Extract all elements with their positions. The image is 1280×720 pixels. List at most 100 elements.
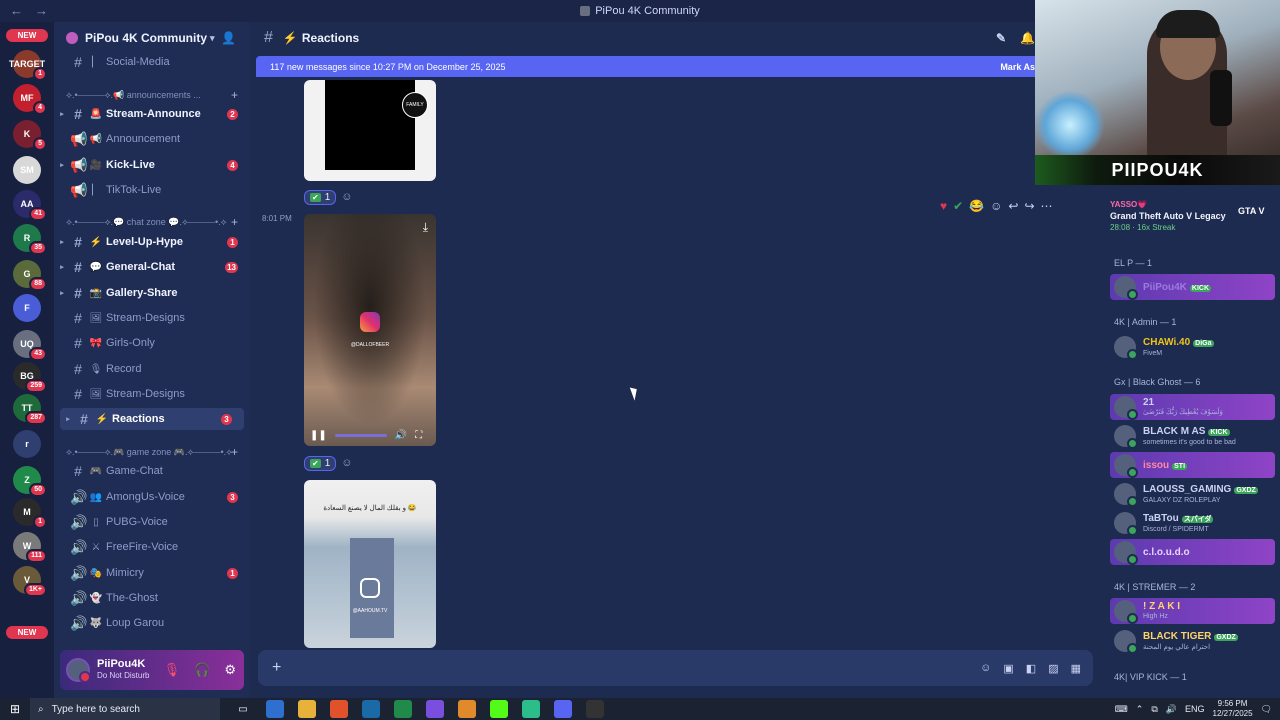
gear-icon[interactable]: ⚙ bbox=[224, 662, 236, 678]
add-channel-icon[interactable]: + bbox=[231, 215, 238, 229]
media-attachment-3[interactable]: و بقلك المال لا يصنع السعادة 😂 @AAHOUM.T… bbox=[304, 480, 436, 648]
avatar[interactable] bbox=[1114, 512, 1138, 536]
mute-mic-icon[interactable]: 🎙 bbox=[164, 662, 181, 678]
more-icon[interactable]: ⋯ bbox=[1041, 199, 1053, 213]
channel-general-chat[interactable]: ▸ # 💬 General-Chat 13 bbox=[54, 256, 250, 278]
server-icon[interactable]: G 88 bbox=[13, 260, 47, 291]
discord-icon[interactable] bbox=[554, 700, 572, 718]
add-reaction-icon[interactable]: ☺ bbox=[341, 191, 352, 203]
new-messages-bar[interactable]: 117 new messages since 10:27 PM on Decem… bbox=[256, 56, 1041, 77]
file-explorer-icon[interactable] bbox=[298, 700, 316, 718]
server-icon[interactable]: UQ 43 bbox=[13, 330, 47, 361]
app-icon[interactable] bbox=[522, 700, 540, 718]
server-icon[interactable]: F bbox=[13, 294, 41, 322]
language-indicator[interactable]: ENG bbox=[1185, 704, 1205, 714]
notifications-icon[interactable]: 🗨 bbox=[1261, 704, 1272, 715]
server-icon[interactable]: TARGET 1 bbox=[9, 50, 47, 81]
member-item[interactable]: LAOUSS_GAMING GXDZ GALAXY DZ ROLEPLAY bbox=[1110, 481, 1275, 507]
add-attachment-icon[interactable]: + bbox=[272, 659, 281, 677]
channel-stream-designs[interactable]: # 🖼 Stream-Designs bbox=[54, 307, 250, 329]
fullscreen-icon[interactable]: ⛶ bbox=[415, 430, 422, 441]
avatar[interactable] bbox=[66, 658, 91, 683]
add-channel-icon[interactable]: + bbox=[231, 445, 238, 459]
member-item[interactable]: 21 وَلَسَوْفَ يُعْطِيكَ رَبُّكَ فَتَرْضَى… bbox=[1110, 394, 1275, 420]
avatar[interactable] bbox=[1114, 630, 1138, 654]
channel-loup-garou[interactable]: 🔊 🐺 Loup Garou bbox=[54, 612, 250, 634]
obs-icon[interactable] bbox=[586, 700, 604, 718]
volume-icon[interactable]: 🔊 bbox=[395, 430, 407, 441]
check-reaction-icon[interactable]: ✔ bbox=[953, 199, 963, 213]
emoji-icon[interactable]: ☺ bbox=[980, 662, 991, 675]
avatar[interactable] bbox=[1114, 483, 1138, 507]
volume-icon[interactable]: 🔊 bbox=[1166, 704, 1177, 715]
forward-icon[interactable]: ↪ bbox=[1024, 199, 1034, 213]
reaction-check[interactable]: ✔ 1 bbox=[304, 189, 337, 205]
avatar[interactable] bbox=[1114, 276, 1138, 300]
channel-social-media[interactable]: # ▏ Social-Media bbox=[54, 51, 250, 73]
avatar[interactable] bbox=[1114, 396, 1138, 420]
server-icon[interactable]: W 111 bbox=[13, 532, 47, 563]
avatar[interactable] bbox=[1114, 425, 1138, 449]
sticker-icon[interactable]: ◧ bbox=[1026, 662, 1036, 675]
app-icon[interactable] bbox=[394, 700, 412, 718]
avatar[interactable] bbox=[1114, 600, 1138, 624]
channel-category[interactable]: ⟡.•━━━⟡.🎮 game zone 🎮.⟡━━━•.⟡ + bbox=[54, 444, 250, 460]
server-icon[interactable]: TT 287 bbox=[13, 394, 47, 425]
app-icon[interactable] bbox=[426, 700, 444, 718]
add-reaction-icon[interactable]: ☺ bbox=[990, 199, 1002, 213]
bell-icon[interactable]: 🔔 bbox=[1020, 31, 1035, 45]
guild-header[interactable]: PiPou 4K Community ▾ 👤 bbox=[54, 22, 250, 54]
taskbar-search[interactable]: ⌕ Type here to search bbox=[30, 698, 220, 720]
activity-card[interactable]: YASSO💗 Grand Theft Auto V Legacy 28:08 ·… bbox=[1110, 200, 1280, 240]
deafen-icon[interactable]: 🎧 bbox=[194, 662, 210, 678]
server-icon[interactable]: M1 bbox=[13, 498, 47, 529]
channel-announcement[interactable]: 📢 📢 Announcement bbox=[54, 128, 250, 150]
channel-record[interactable]: # 🎙 Record bbox=[54, 358, 250, 380]
server-icon[interactable]: R 35 bbox=[13, 224, 47, 255]
threads-icon[interactable]: ✎ bbox=[996, 31, 1006, 45]
channel-category[interactable]: ⟡.•━━━⟡.📢 announcements ... + bbox=[54, 87, 250, 103]
channel-game-chat[interactable]: # 🎮 Game-Chat bbox=[54, 460, 250, 482]
keyboard-icon[interactable]: ⌨ bbox=[1115, 704, 1128, 715]
video-progress[interactable] bbox=[334, 433, 387, 437]
heart-reaction-icon[interactable]: ♥ bbox=[940, 199, 947, 213]
steam-icon[interactable] bbox=[362, 700, 380, 718]
mark-as-read-button[interactable]: Mark As bbox=[1000, 62, 1035, 72]
server-icon[interactable]: AA 41 bbox=[13, 190, 47, 221]
avatar[interactable] bbox=[1114, 454, 1138, 478]
channel-stream-designs[interactable]: # 🖼 Stream-Designs bbox=[54, 383, 250, 405]
forward-icon[interactable]: → bbox=[35, 3, 48, 18]
laugh-reaction-icon[interactable]: 😂 bbox=[969, 199, 984, 213]
avatar[interactable] bbox=[1114, 336, 1138, 360]
channel-level-up-hype[interactable]: ▸ # ⚡ Level-Up-Hype 1 bbox=[54, 231, 250, 253]
member-item[interactable]: ! Z A K I High Hz bbox=[1110, 598, 1275, 624]
invite-people-icon[interactable]: 👤 bbox=[221, 31, 236, 45]
download-icon[interactable]: ⤓ bbox=[423, 220, 428, 235]
avatar[interactable] bbox=[1114, 541, 1138, 565]
channel-pubg-voice[interactable]: 🔊 ▯ PUBG-Voice bbox=[54, 511, 250, 533]
clock[interactable]: 9:56 PM 12/27/2025 bbox=[1213, 699, 1253, 719]
channel-category[interactable]: ⟡.•━━━⟡.💬 chat zone 💬.⟡━━━•.⟡ + bbox=[54, 214, 250, 230]
member-item[interactable]: CHAWi.40 DiGa FiveM bbox=[1110, 334, 1275, 360]
kick-icon[interactable] bbox=[490, 700, 508, 718]
chevron-up-icon[interactable]: ⌃ bbox=[1136, 704, 1144, 715]
channel-girls-only[interactable]: # 🎀 Girls-Only bbox=[54, 332, 250, 354]
member-item[interactable]: TaBTou スパイダ Discord / SPIDERMT bbox=[1110, 510, 1275, 536]
channel-amongus-voice[interactable]: 🔊 👥 AmongUs-Voice 3 bbox=[54, 486, 250, 508]
brave-icon[interactable] bbox=[330, 700, 348, 718]
channel-reactions[interactable]: ▸ # ⚡ Reactions 3 bbox=[60, 408, 244, 430]
add-channel-icon[interactable]: + bbox=[231, 88, 238, 102]
video-attachment-2[interactable]: ⤓ @DALLOFBEER ❚❚ 🔊 ⛶ bbox=[304, 214, 436, 446]
channel-stream-announce[interactable]: ▸ # 🚨 Stream-Announce 2 bbox=[54, 103, 250, 125]
server-icon[interactable]: r bbox=[13, 430, 41, 458]
reaction-check[interactable]: ✔ 1 bbox=[304, 455, 337, 471]
server-icon[interactable]: K5 bbox=[13, 120, 47, 151]
server-icon[interactable]: Z 50 bbox=[13, 466, 47, 497]
channel-kick-live[interactable]: ▸ 📢 🎥 Kick-Live 4 bbox=[54, 154, 250, 176]
add-reaction-icon[interactable]: ☺ bbox=[341, 457, 352, 469]
gif-icon[interactable]: ▣ bbox=[1003, 662, 1013, 675]
network-icon[interactable]: ⧉ bbox=[1151, 704, 1157, 715]
member-item[interactable]: BLACK M AS KICK sometimes it's good to be … bbox=[1110, 423, 1275, 449]
member-item[interactable]: BLACK TIGER GXDZ احترام عالي يوم المحنة bbox=[1110, 628, 1275, 654]
message-composer[interactable]: + ☺ ▣ ◧ ▨ ▦ bbox=[258, 650, 1093, 686]
